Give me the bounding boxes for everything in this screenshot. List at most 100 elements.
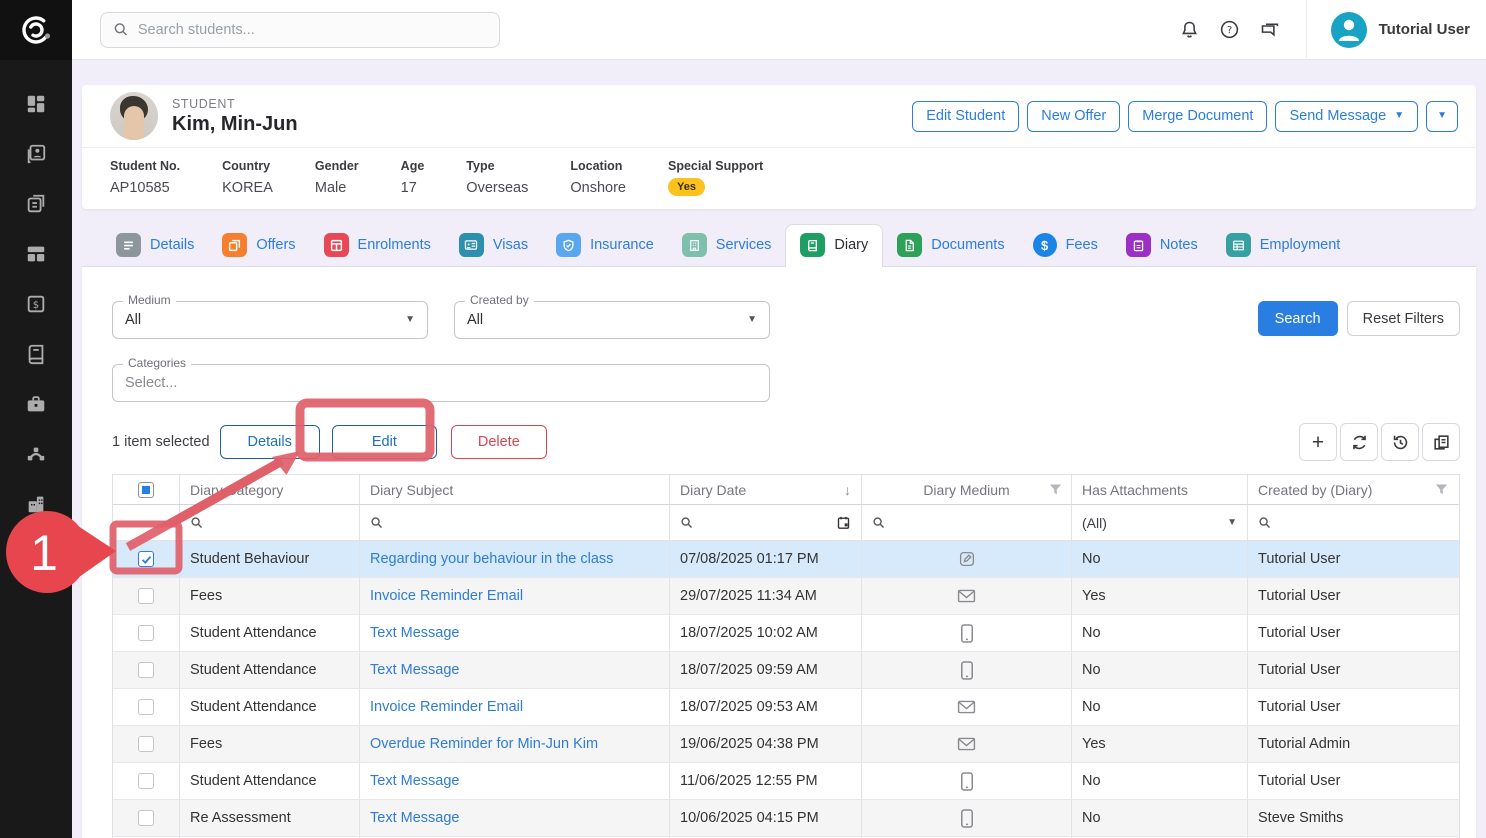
special-support-badge: Yes [668,178,705,196]
help-button[interactable]: ? [1210,10,1250,50]
table-row[interactable]: Student Attendance Text Message 18/07/20… [113,615,1459,652]
history-button[interactable] [1381,423,1419,461]
sidebar-item-agents[interactable] [14,436,58,472]
row-checkbox[interactable] [138,662,154,678]
row-checkbox[interactable] [138,810,154,826]
table-row[interactable]: Student Behaviour Regarding your behavio… [113,541,1459,578]
notifications-button[interactable] [1170,10,1210,50]
add-diary-button[interactable]: + [1299,423,1337,461]
column-header-has-attachments[interactable]: Has Attachments [1072,475,1248,504]
tab-fees[interactable]: $ Fees [1019,225,1112,267]
table-row[interactable]: Re Assessment Text Message 10/06/2025 04… [113,800,1459,837]
sidebar-item-offers[interactable] [14,186,58,222]
details-button[interactable]: Details [220,425,320,459]
tab-employment[interactable]: Employment [1212,225,1355,267]
tab-offers[interactable]: Offers [208,225,309,267]
column-header-diary-medium[interactable]: Diary Medium [862,475,1072,504]
tab-documents[interactable]: Documents [883,225,1018,267]
column-header-diary-date[interactable]: Diary Date↓ [670,475,862,504]
tab-enrolments[interactable]: Enrolments [310,225,445,267]
more-actions-button[interactable]: ▼ [1426,101,1458,132]
created-by-filter-cell[interactable] [1248,505,1459,540]
export-icon [1432,433,1451,452]
filter-funnel-icon[interactable] [1434,482,1449,497]
search-icon [680,516,694,530]
topbar: ? Tutorial User [72,0,1486,60]
app-logo[interactable] [0,0,72,60]
email-icon [957,699,976,715]
search-input[interactable] [138,22,487,38]
medium-select[interactable]: Medium All ▼ [112,301,428,339]
table-row[interactable]: Student Attendance Text Message 18/07/20… [113,652,1459,689]
tab-insurance[interactable]: Insurance [542,225,668,267]
diary-subject-link[interactable]: Text Message [370,773,459,789]
chevron-down-icon: ▼ [747,315,757,325]
table-row[interactable]: Student Attendance Invoice Reminder Emai… [113,689,1459,726]
row-checkbox[interactable] [138,699,154,715]
column-header-diary-subject[interactable]: Diary Subject [360,475,670,504]
student-info-row: Student No.AP10585 CountryKOREA GenderMa… [82,147,1476,209]
row-checkbox[interactable] [138,625,154,641]
tab-services[interactable]: Services [668,225,786,267]
export-button[interactable] [1422,423,1460,461]
table-row[interactable]: Student Attendance Text Message 11/06/20… [113,763,1459,800]
network-icon [25,443,47,465]
search-button[interactable]: Search [1258,301,1338,336]
reset-filters-button[interactable]: Reset Filters [1347,301,1460,336]
fees-icon: $ [25,293,47,315]
tab-diary[interactable]: Diary [785,224,883,267]
attachments-filter-select[interactable]: (All) ▼ [1072,505,1248,540]
send-message-button[interactable]: Send Message▼ [1275,101,1418,132]
tab-details[interactable]: Details [102,225,208,267]
tab-visas[interactable]: Visas [445,225,542,267]
row-checkbox[interactable] [138,588,154,604]
fees-tab-icon: $ [1033,233,1057,257]
diary-subject-link[interactable]: Text Message [370,662,459,678]
categories-select[interactable]: Categories Select... [112,364,770,402]
student-photo [110,92,158,140]
column-header-diary-category[interactable]: Diary Category [180,475,360,504]
edit-student-button[interactable]: Edit Student [912,101,1019,132]
sidebar-item-subjects[interactable] [14,336,58,372]
tab-notes[interactable]: Notes [1112,225,1212,267]
created-by-select[interactable]: Created by All ▼ [454,301,770,339]
row-checkbox-checked[interactable] [138,551,154,567]
column-header-created-by[interactable]: Created by (Diary) [1248,475,1459,504]
diary-subject-link[interactable]: Text Message [370,810,459,826]
row-checkbox[interactable] [138,736,154,752]
calendar-icon[interactable] [836,515,851,530]
user-avatar [1331,12,1367,48]
sms-phone-icon [960,809,974,828]
sidebar-item-fees[interactable]: $ [14,286,58,322]
sidebar-item-dashboard[interactable] [14,86,58,122]
subject-filter-cell[interactable] [360,505,670,540]
messages-button[interactable] [1250,10,1290,50]
student-name: Kim, Min-Jun [172,113,298,136]
sidebar-item-employers[interactable] [14,386,58,422]
merge-document-button[interactable]: Merge Document [1128,101,1267,132]
select-all-checkbox[interactable] [138,482,154,498]
sidebar-item-campus[interactable] [14,486,58,522]
date-filter-cell[interactable] [670,505,862,540]
edit-button[interactable]: Edit [332,425,437,459]
table-row[interactable]: Fees Invoice Reminder Email 29/07/2025 1… [113,578,1459,615]
diary-subject-link[interactable]: Invoice Reminder Email [370,699,523,715]
history-icon [1391,433,1410,452]
diary-subject-link[interactable]: Invoice Reminder Email [370,588,523,604]
sidebar-item-students[interactable] [14,136,58,172]
diary-subject-link[interactable]: Text Message [370,625,459,641]
search-icon [113,21,129,38]
sidebar-item-courses[interactable] [14,236,58,272]
category-filter-cell[interactable] [180,505,360,540]
new-offer-button[interactable]: New Offer [1027,101,1120,132]
delete-button[interactable]: Delete [451,425,547,459]
user-profile[interactable]: Tutorial User [1306,0,1470,60]
diary-subject-link[interactable]: Regarding your behaviour in the class [370,551,613,567]
refresh-button[interactable] [1340,423,1378,461]
book-icon [25,343,47,365]
table-row[interactable]: Fees Overdue Reminder for Min-Jun Kim 19… [113,726,1459,763]
medium-filter-cell[interactable] [862,505,1072,540]
row-checkbox[interactable] [138,773,154,789]
filter-funnel-icon[interactable] [1048,482,1063,497]
diary-subject-link[interactable]: Overdue Reminder for Min-Jun Kim [370,736,598,752]
